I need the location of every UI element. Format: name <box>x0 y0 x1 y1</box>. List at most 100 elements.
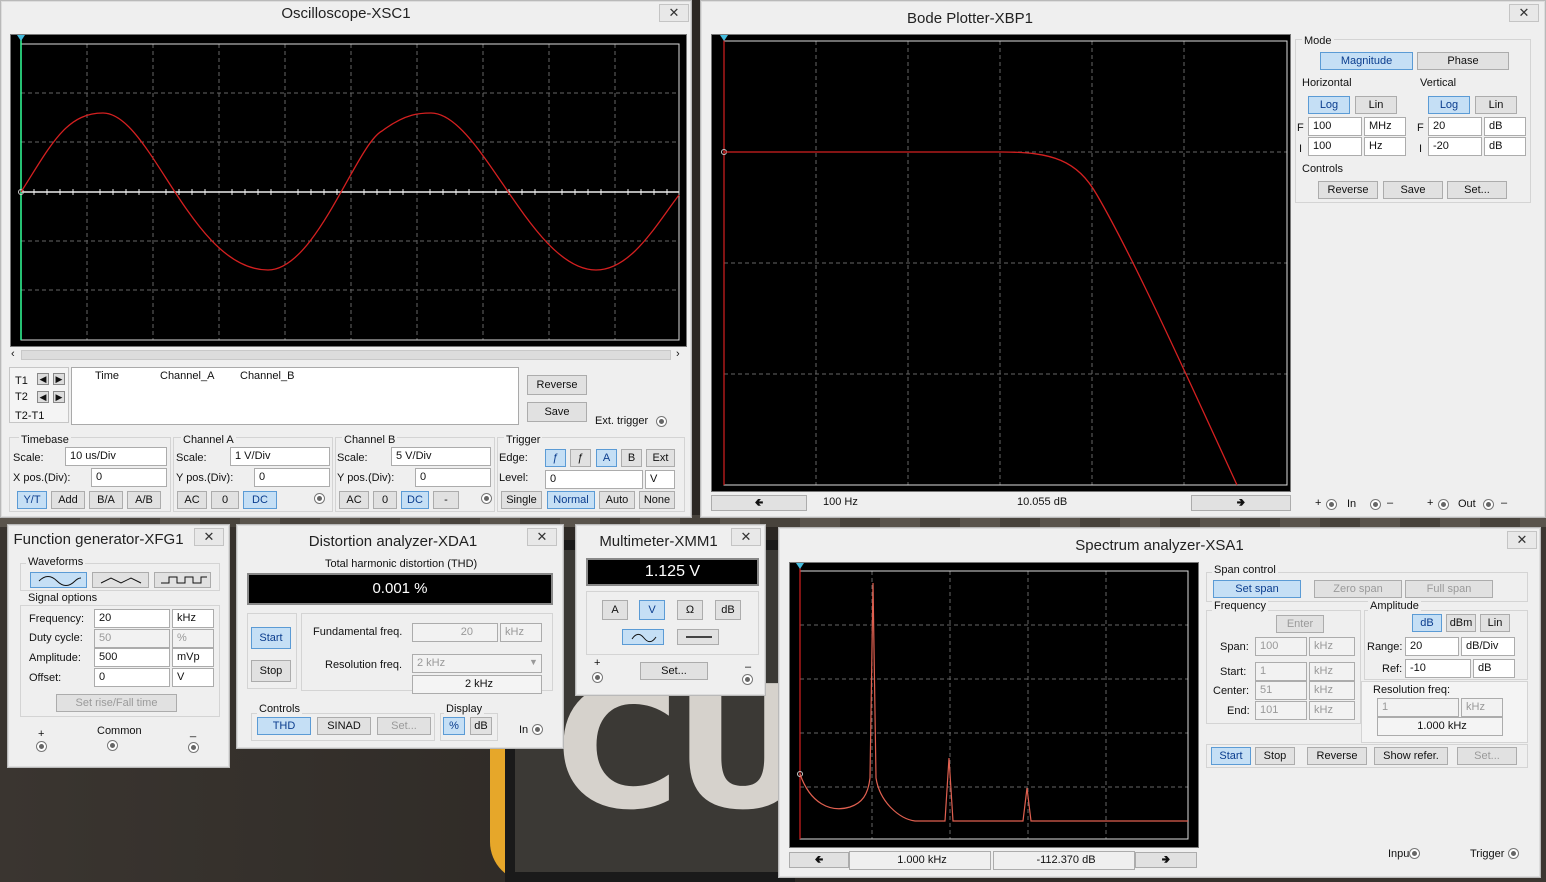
resolution-freq-unit[interactable]: kHz <box>1461 698 1503 717</box>
trigger-terminal[interactable] <box>1508 848 1519 859</box>
minus-terminal[interactable] <box>188 742 199 753</box>
frequency-unit[interactable]: kHz <box>172 609 214 628</box>
enter-button[interactable]: Enter <box>1276 615 1324 633</box>
bode-cursor-left-icon[interactable]: 🢀 <box>711 495 807 511</box>
amplitude-unit[interactable]: mVp <box>172 648 214 667</box>
sine-wave-icon[interactable] <box>30 572 87 588</box>
channel-a-ypos-field[interactable]: 0 <box>254 468 330 487</box>
close-button[interactable]: ✕ <box>731 528 761 546</box>
duty-cycle-unit[interactable]: % <box>172 629 214 648</box>
reverse-button[interactable]: Reverse <box>527 375 587 395</box>
falling-edge-icon[interactable]: ƒ <box>570 449 591 467</box>
vertical-initial-field[interactable]: -20 <box>1428 137 1482 156</box>
minus-terminal[interactable] <box>742 674 753 685</box>
ba-button[interactable]: B/A <box>89 491 123 509</box>
spectrum-cursor-right-icon[interactable]: 🢂 <box>1135 852 1197 868</box>
scroll-left-icon[interactable]: ‹ <box>11 348 15 360</box>
end-field[interactable]: 101 <box>1255 701 1307 720</box>
trigger-a-button[interactable]: A <box>596 449 617 467</box>
amplitude-db-button[interactable]: dB <box>1412 614 1442 632</box>
ab-button[interactable]: A/B <box>127 491 161 509</box>
voltmeter-button[interactable]: V <box>639 600 665 620</box>
start-unit[interactable]: kHz <box>1309 662 1355 681</box>
resolution-freq-select[interactable]: 2 kHz <box>412 654 542 673</box>
channel-b-dc-button[interactable]: DC <box>401 491 429 509</box>
channel-b-terminal[interactable] <box>481 493 492 504</box>
timebase-xpos-field[interactable]: 0 <box>91 468 167 487</box>
full-span-button[interactable]: Full span <box>1405 580 1493 598</box>
duty-cycle-field[interactable]: 50 <box>94 629 170 648</box>
plus-terminal[interactable] <box>592 672 603 683</box>
db-button[interactable]: dB <box>470 717 492 735</box>
set-button[interactable]: Set... <box>377 717 431 735</box>
percent-button[interactable]: % <box>443 717 465 735</box>
close-button[interactable]: ✕ <box>659 4 689 22</box>
amplitude-dbm-button[interactable]: dBm <box>1446 614 1476 632</box>
in-terminal[interactable] <box>532 724 543 735</box>
vertical-lin-button[interactable]: Lin <box>1475 96 1517 114</box>
fundamental-freq-field[interactable]: 20 <box>412 623 498 642</box>
start-button[interactable]: Start <box>251 627 291 649</box>
out-minus-terminal[interactable] <box>1483 499 1494 510</box>
in-plus-terminal[interactable] <box>1326 499 1337 510</box>
scroll-right-icon[interactable]: › <box>676 348 680 360</box>
save-button[interactable]: Save <box>527 402 587 422</box>
horizontal-initial-field[interactable]: 100 <box>1308 137 1362 156</box>
spectrum-set-button[interactable]: Set... <box>1457 747 1517 765</box>
vertical-initial-unit[interactable]: dB <box>1484 137 1526 156</box>
magnitude-button[interactable]: Magnitude <box>1320 52 1413 70</box>
normal-button[interactable]: Normal <box>547 491 595 509</box>
vertical-final-field[interactable]: 20 <box>1428 117 1482 136</box>
channel-a-ac-button[interactable]: AC <box>177 491 207 509</box>
range-field[interactable]: 20 <box>1405 637 1459 656</box>
single-button[interactable]: Single <box>501 491 542 509</box>
in-minus-terminal[interactable] <box>1370 499 1381 510</box>
channel-a-scale-field[interactable]: 1 V/Div <box>230 447 330 466</box>
dc-line-icon[interactable] <box>677 629 719 645</box>
timebase-scale-field[interactable]: 10 us/Div <box>65 447 167 466</box>
trigger-level-field[interactable]: 0 <box>545 470 643 489</box>
channel-a-zero-button[interactable]: 0 <box>211 491 239 509</box>
horizontal-initial-unit[interactable]: Hz <box>1364 137 1406 156</box>
add-button[interactable]: Add <box>51 491 85 509</box>
decibel-button[interactable]: dB <box>715 600 741 620</box>
center-unit[interactable]: kHz <box>1309 681 1355 700</box>
rising-edge-icon[interactable]: ƒ <box>545 449 566 467</box>
spectrum-reverse-button[interactable]: Reverse <box>1307 747 1367 765</box>
zero-span-button[interactable]: Zero span <box>1314 580 1402 598</box>
start-field[interactable]: 1 <box>1255 662 1307 681</box>
auto-button[interactable]: Auto <box>599 491 635 509</box>
bode-set-button[interactable]: Set... <box>1447 181 1507 199</box>
channel-b-ac-button[interactable]: AC <box>339 491 369 509</box>
close-button[interactable]: ✕ <box>1507 531 1537 549</box>
channel-b-ypos-field[interactable]: 0 <box>415 468 491 487</box>
channel-b-zero-button[interactable]: 0 <box>373 491 397 509</box>
frequency-field[interactable]: 20 <box>94 609 170 628</box>
close-button[interactable]: ✕ <box>527 528 557 546</box>
spectrum-stop-button[interactable]: Stop <box>1255 747 1295 765</box>
plus-terminal[interactable] <box>36 741 47 752</box>
ref-field[interactable]: -10 <box>1405 659 1471 678</box>
show-reference-button[interactable]: Show refer. <box>1374 747 1448 765</box>
channel-a-dc-button[interactable]: DC <box>243 491 277 509</box>
trigger-level-unit[interactable]: V <box>645 470 675 489</box>
ac-wave-icon[interactable] <box>622 629 664 645</box>
trigger-b-button[interactable]: B <box>621 449 642 467</box>
horizontal-lin-button[interactable]: Lin <box>1355 96 1397 114</box>
stop-button[interactable]: Stop <box>251 660 291 682</box>
chevron-down-icon[interactable]: ▼ <box>529 657 538 667</box>
horizontal-final-field[interactable]: 100 <box>1308 117 1362 136</box>
t2-right-arrow-icon[interactable]: ▶ <box>53 391 65 403</box>
amplitude-lin-button[interactable]: Lin <box>1480 614 1510 632</box>
thd-button[interactable]: THD <box>257 717 311 735</box>
vertical-log-button[interactable]: Log <box>1428 96 1470 114</box>
common-terminal[interactable] <box>107 740 118 751</box>
fundamental-freq-unit[interactable]: kHz <box>500 623 542 642</box>
resolution-freq-field[interactable]: 1 <box>1377 698 1459 717</box>
phase-button[interactable]: Phase <box>1417 52 1509 70</box>
offset-field[interactable]: 0 <box>94 668 170 687</box>
t1-right-arrow-icon[interactable]: ▶ <box>53 373 65 385</box>
end-unit[interactable]: kHz <box>1309 701 1355 720</box>
multimeter-set-button[interactable]: Set... <box>640 662 708 680</box>
triangle-wave-icon[interactable] <box>92 572 149 588</box>
